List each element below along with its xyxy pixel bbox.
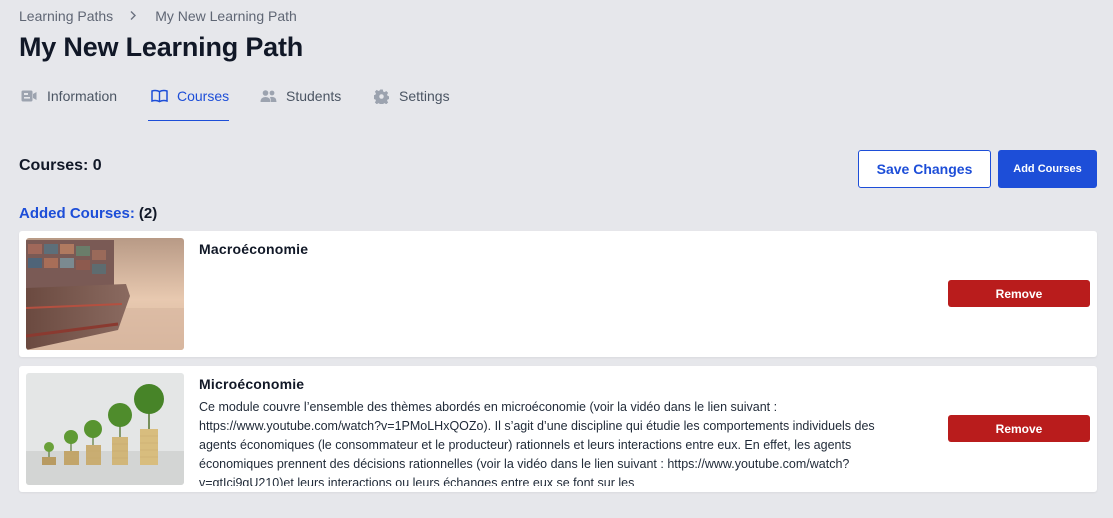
chevron-right-icon: [129, 8, 137, 24]
course-card: Macroéconomie Remove: [19, 231, 1097, 357]
tab-information-label: Information: [47, 88, 118, 104]
added-courses-label: Added Courses:: [19, 205, 135, 222]
id-card-icon: [20, 87, 38, 105]
added-courses-heading: Added Courses: (2): [19, 205, 157, 222]
tab-settings[interactable]: Settings: [372, 80, 472, 121]
users-icon: [259, 87, 277, 105]
tab-settings-label: Settings: [399, 88, 450, 104]
remove-course-button[interactable]: Remove: [948, 280, 1090, 307]
breadcrumb-current: My New Learning Path: [155, 8, 297, 24]
book-open-icon: [150, 87, 168, 105]
courses-count: Courses: 0: [19, 157, 102, 174]
added-courses-count: (2): [138, 205, 158, 222]
add-courses-button[interactable]: Add Courses: [998, 150, 1097, 188]
course-description: Ce module couvre l’ensemble des thèmes a…: [199, 400, 875, 486]
tab-bar: Information Courses Students Settings: [19, 80, 472, 121]
save-changes-button[interactable]: Save Changes: [858, 150, 991, 188]
breadcrumb: Learning Paths My New Learning Path: [19, 8, 297, 24]
course-title: Macroéconomie: [199, 241, 309, 257]
tab-students-label: Students: [286, 88, 342, 104]
remove-course-button[interactable]: Remove: [948, 415, 1090, 442]
course-title: Microéconomie: [199, 376, 305, 392]
course-thumbnail-cargo-ship: [26, 238, 184, 350]
course-card: Microéconomie Ce module couvre l’ensembl…: [19, 366, 1097, 492]
page-title: My New Learning Path: [19, 32, 304, 62]
tab-courses-label: Courses: [177, 88, 230, 104]
course-thumbnail-coin-plants: [26, 373, 184, 485]
tab-students[interactable]: Students: [259, 80, 372, 121]
gear-icon: [372, 87, 390, 105]
breadcrumb-learning-paths-link[interactable]: Learning Paths: [19, 8, 113, 24]
tab-information[interactable]: Information: [19, 80, 148, 121]
tab-courses[interactable]: Courses: [148, 80, 259, 121]
